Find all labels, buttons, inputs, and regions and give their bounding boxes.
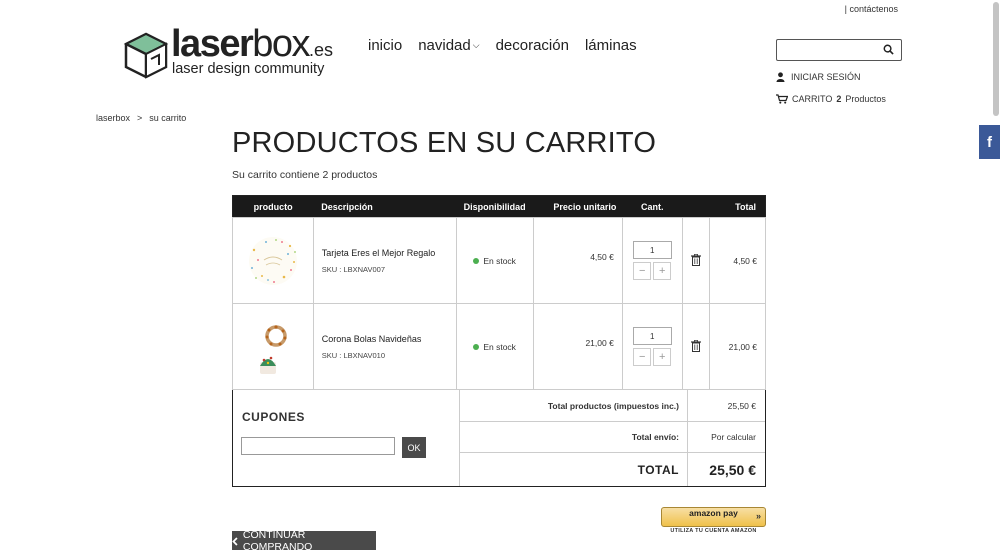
cart-table: producto Descripción Disponibilidad Prec… [232,195,767,390]
products-total-value: 25,50 € [727,400,756,411]
coupon-ok-button[interactable]: OK [402,437,426,458]
product-name[interactable]: Tarjeta Eres el Mejor Regalo [322,248,448,258]
row-total: 21,00 € [728,341,757,352]
product-thumb-cell [232,217,314,304]
col-header-remove [682,195,710,218]
chevron-down-icon: ⌵ [472,40,480,50]
site-logo[interactable]: laserbox.es laser design community [123,25,338,79]
col-header-availability: Disponibilidad [456,195,534,218]
product-thumb-cell [232,303,314,390]
main-nav: inicio navidad ⌵ decoración láminas [368,37,637,54]
breadcrumb-home[interactable]: laserbox [96,113,130,123]
col-header-product: producto [232,195,314,218]
cart-count: 2 [836,94,842,104]
breadcrumb-separator: > [137,113,143,123]
col-header-unit-price: Precio unitario [533,195,623,218]
quantity-input[interactable] [632,241,672,259]
amazon-pay-logo: amazon pay [689,508,738,518]
cart-summary: Su carrito contiene 2 productos [232,169,378,181]
cart-footer: CUPONES OK Total productos (impuestos in… [232,390,766,487]
availability-cell: En stock [455,217,534,304]
coupon-section: CUPONES OK [233,390,460,486]
cart-label: CARRITO [792,94,833,104]
availability-cell: En stock [455,303,534,390]
search-input[interactable] [777,40,877,61]
page-scrollbar[interactable] [993,2,999,116]
unit-price-cell: 4,50 € [532,217,623,304]
logo-tagline: laser design community [172,61,325,77]
qty-increase-button[interactable]: + [653,348,672,366]
continue-shopping-button[interactable]: CONTINUAR COMPRANDO [232,529,376,550]
unit-price-cell: 21,00 € [532,303,623,390]
row-total-cell: 21,00 € [708,303,767,390]
nav-item-decoracion[interactable]: decoración [496,37,569,54]
logo-cube-icon [123,32,169,79]
remove-cell [681,217,710,304]
table-row: Corona Bolas Navideñas SKU : LBXNAV010 E… [232,303,767,390]
product-image-corona[interactable] [244,318,302,376]
double-chevron-right-icon: » [755,511,761,521]
continue-shopping-label: CONTINUAR COMPRANDO [242,529,313,550]
page-title: PRODUCTOS EN SU CARRITO [232,127,657,159]
totals-row-grand: TOTAL 25,50 € [460,453,765,486]
cart-link[interactable]: CARRITO 2 Productos [776,94,886,104]
shipping-total-label: Total envío: [460,422,688,452]
breadcrumb-current: su carrito [149,113,187,123]
stock-status: En stock [483,255,516,266]
in-stock-dot-icon [473,343,480,350]
product-description-cell: Tarjeta Eres el Mejor Regalo SKU : LBXNA… [312,217,457,304]
logo-wordmark: laserbox.es [171,23,334,65]
row-total: 4,50 € [733,255,757,266]
qty-cell: − + [621,303,683,390]
facebook-icon[interactable]: f [979,125,1000,159]
unit-price: 4,50 € [590,251,614,262]
product-image-tarjeta[interactable] [244,232,302,290]
qty-increase-button[interactable]: + [653,262,672,280]
nav-item-laminas[interactable]: láminas [585,37,637,54]
totals-row-products: Total productos (impuestos inc.) 25,50 € [460,390,765,422]
table-header-row: producto Descripción Disponibilidad Prec… [232,195,766,218]
user-icon [776,72,785,82]
qty-decrease-button[interactable]: − [633,262,652,280]
products-total-label: Total productos (impuestos inc.) [460,390,688,421]
amazon-pay-caption: UTILIZA TU CUENTA AMAZON [670,528,757,534]
shipping-total-value: Por calcular [711,432,756,442]
remove-cell [681,303,710,390]
product-name[interactable]: Corona Bolas Navideñas [322,334,448,344]
col-header-qty: Cant. [622,195,683,218]
in-stock-dot-icon [473,257,480,264]
row-total-cell: 4,50 € [708,217,767,304]
login-label: INICIAR SESIÓN [791,72,861,82]
col-header-description: Descripción [313,195,457,218]
qty-decrease-button[interactable]: − [633,348,652,366]
product-sku: SKU : LBXNAV007 [321,264,385,274]
trash-icon[interactable] [690,339,701,352]
stock-status: En stock [483,341,516,352]
table-row: Tarjeta Eres el Mejor Regalo SKU : LBXNA… [232,217,767,304]
login-link[interactable]: INICIAR SESIÓN [776,72,861,82]
cart-icon [776,94,788,104]
quantity-input[interactable] [632,327,672,345]
grand-total-value: 25,50 € [709,461,756,478]
chevron-left-icon [232,536,238,546]
totals-section: Total productos (impuestos inc.) 25,50 €… [460,390,765,486]
breadcrumb: laserbox > su carrito [96,113,186,123]
amazon-pay-button[interactable]: amazon pay » UTILIZA TU CUENTA AMAZON [661,507,766,534]
col-header-total: Total [709,195,766,218]
coupon-input[interactable] [241,437,395,455]
search-box [776,39,902,61]
nav-item-inicio[interactable]: inicio [368,37,402,54]
product-sku: SKU : LBXNAV010 [321,350,385,360]
totals-row-shipping: Total envío: Por calcular [460,422,765,453]
product-description-cell: Corona Bolas Navideñas SKU : LBXNAV010 [312,303,457,390]
cart-suffix: Productos [845,94,886,104]
contact-link[interactable]: | contáctenos [845,4,898,14]
trash-icon[interactable] [690,253,701,266]
unit-price: 21,00 € [585,337,614,348]
coupon-title: CUPONES [242,410,305,424]
grand-total-label: TOTAL [460,453,688,486]
nav-item-navidad[interactable]: navidad ⌵ [418,37,479,54]
search-icon[interactable] [883,44,894,55]
qty-cell: − + [621,217,683,304]
